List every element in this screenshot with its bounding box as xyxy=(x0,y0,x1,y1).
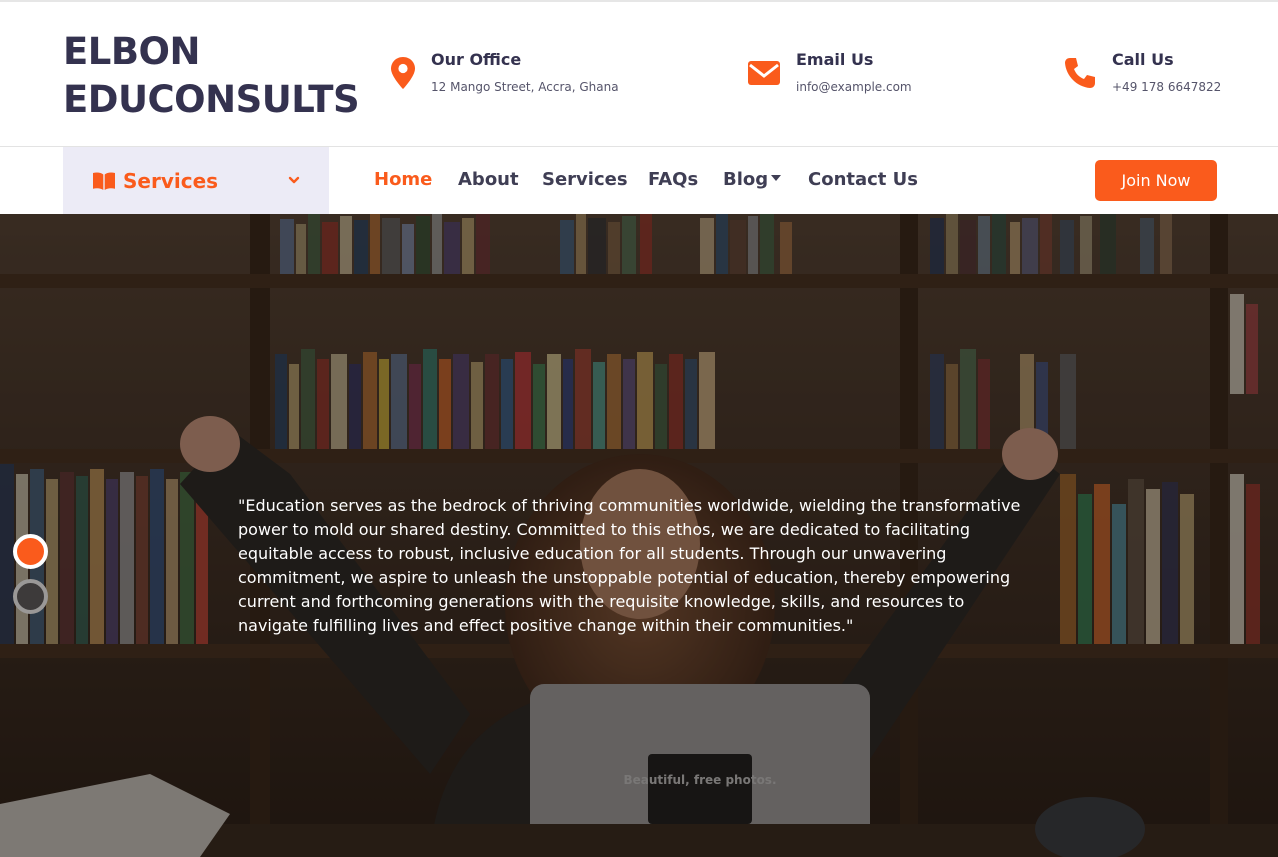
logo-line-2: EDUCONSULTS xyxy=(63,78,360,121)
caret-down-icon xyxy=(771,175,782,181)
nav-blog[interactable]: Blog xyxy=(723,169,782,190)
nav-blog-label: Blog xyxy=(723,169,769,190)
nav-faqs[interactable]: FAQs xyxy=(648,169,698,190)
phone-number[interactable]: +49 178 6647822 xyxy=(1112,80,1221,94)
carousel-dot[interactable] xyxy=(13,579,48,614)
hero-quote: "Education serves as the bedrock of thri… xyxy=(238,496,1021,635)
nav-home[interactable]: Home xyxy=(374,169,432,190)
services-dropdown[interactable]: Services xyxy=(63,147,329,214)
top-border xyxy=(0,0,1278,2)
carousel-dot-active[interactable] xyxy=(13,534,48,569)
email-title: Email Us xyxy=(796,50,874,69)
hero-carousel: Beautiful, free photos. "Education serve… xyxy=(0,214,1278,857)
nav-about[interactable]: About xyxy=(458,169,519,190)
map-marker-icon xyxy=(391,57,415,89)
services-dropdown-label: Services xyxy=(123,169,219,193)
site-logo[interactable]: ELBON EDUCONSULTS xyxy=(63,28,363,124)
phone-title: Call Us xyxy=(1112,50,1174,69)
office-title: Our Office xyxy=(431,50,522,69)
phone-icon xyxy=(1065,58,1095,88)
join-now-button[interactable]: Join Now xyxy=(1095,160,1217,201)
book-icon xyxy=(93,172,115,190)
email-address[interactable]: info@example.com xyxy=(796,80,912,94)
chevron-down-icon xyxy=(288,176,300,184)
office-address: 12 Mango Street, Accra, Ghana xyxy=(431,80,619,94)
envelope-icon xyxy=(748,61,780,85)
logo-line-1: ELBON xyxy=(63,30,200,73)
nav-contact[interactable]: Contact Us xyxy=(808,169,918,190)
nav-services[interactable]: Services xyxy=(542,169,628,190)
